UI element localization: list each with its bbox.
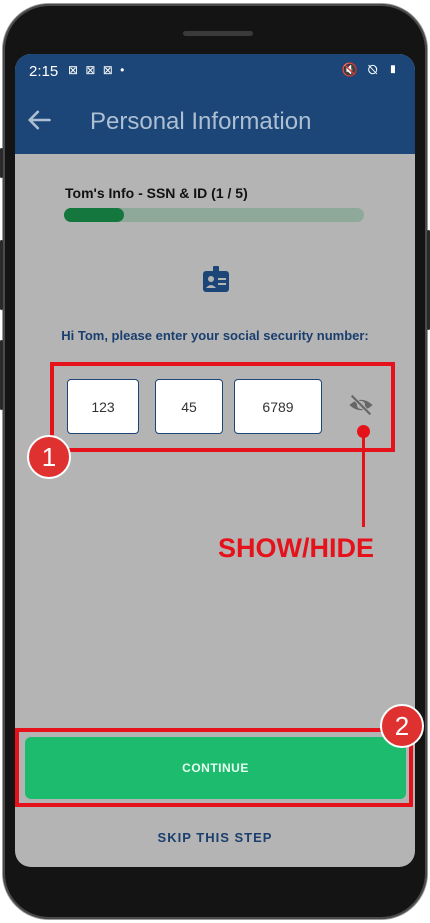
volume-button (0, 340, 3, 410)
volume-button (0, 148, 3, 178)
ssn-prompt: Hi Tom, please enter your social securit… (61, 328, 369, 343)
page-title: Personal Information (90, 108, 312, 135)
progress-label: Tom's Info - SSN & ID (1 / 5) (65, 185, 248, 201)
show-hide-label: SHOW/HIDE (218, 533, 375, 563)
notification-icons: ⊠ ⊠ ⊠ • (68, 63, 127, 77)
status-bar: 2:15 ⊠ ⊠ ⊠ • 🔇 ⦰ ▮ (15, 54, 415, 90)
continue-highlight-frame (15, 728, 413, 807)
step-badge-1: 1 (27, 435, 71, 479)
skip-step-button[interactable]: SKIP THIS STEP (15, 830, 415, 845)
annotation-pointer-line (362, 430, 365, 527)
back-arrow-icon[interactable] (25, 106, 53, 134)
id-badge-icon (203, 266, 229, 292)
progress-bar-fill (64, 208, 124, 222)
volume-button (0, 240, 3, 310)
step-badge-2: 2 (380, 704, 424, 748)
status-time: 2:15 (29, 63, 59, 80)
earpiece-speaker (183, 31, 253, 36)
system-status-icons: 🔇 ⦰ ▮ (341, 62, 401, 77)
progress-bar (64, 208, 364, 222)
ssn-highlight-frame (50, 362, 395, 452)
app-bar: Personal Information (15, 90, 415, 154)
